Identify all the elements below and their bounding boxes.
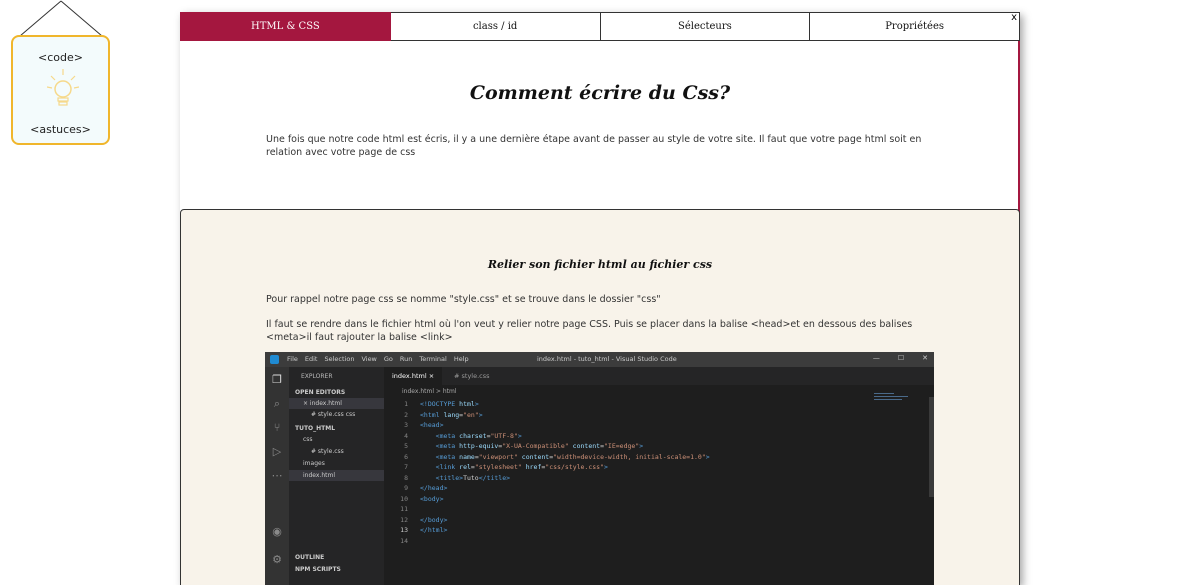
vscode-menu: File Edit Selection View Go Run Terminal… <box>287 355 469 363</box>
files-icon: ❐ <box>272 373 282 386</box>
vscode-menu-item: Run <box>399 355 413 363</box>
vscode-window-buttons: — ☐ ✕ <box>873 354 928 362</box>
line-number: 8 <box>404 473 408 482</box>
vscode-menu-item: View <box>361 355 377 363</box>
tab-html-css[interactable]: HTML & CSS <box>180 12 391 41</box>
close-icon: ✕ <box>922 354 928 362</box>
vscode-logo-icon <box>270 355 279 364</box>
code-line: <meta charset="UTF-8"> <box>435 431 522 440</box>
editor-tabs: index.html × # style.css <box>384 367 934 385</box>
code-line: <html lang="en"> <box>420 410 483 419</box>
modal: HTML & CSS class / id Sélecteurs Proprié… <box>180 12 1020 585</box>
run-debug-icon: ▷ <box>272 445 282 458</box>
vscode-activity-bar: ❐ ⌕ ⑂ ▷ ⋯ ◉ ⚙ <box>265 367 289 585</box>
project-header: TUTO_HTML <box>295 425 336 432</box>
open-editor-index: × index.html <box>289 398 384 409</box>
tab-bar: HTML & CSS class / id Sélecteurs Proprié… <box>180 12 1020 41</box>
vscode-menu-item: Selection <box>324 355 355 363</box>
sign-code-label: <code> <box>38 51 83 64</box>
tab-selecteurs[interactable]: Sélecteurs <box>600 12 811 41</box>
line-number: 7 <box>404 463 408 471</box>
editor-tab-index: index.html × <box>384 367 443 385</box>
code-line: <meta http-equiv="X-UA-Compatible" conte… <box>435 442 644 450</box>
editor-scrollbar <box>929 397 934 497</box>
vscode-titlebar: File Edit Selection View Go Run Terminal… <box>265 352 934 367</box>
code-line: </head> <box>420 484 448 492</box>
vscode-menu-item: File <box>287 355 298 363</box>
vscode-window-title: index.html - tuto_html - Visual Studio C… <box>537 355 677 363</box>
file-index-html: index.html <box>289 470 384 481</box>
line-number: 14 <box>400 536 408 545</box>
code-line: <link rel="stylesheet" href="css/style.c… <box>435 463 608 471</box>
tab-class-id[interactable]: class / id <box>390 12 601 41</box>
content-panel: Relier son fichier html au fichier css P… <box>180 209 1020 585</box>
folder-css: css <box>303 436 313 443</box>
code-line: <body> <box>420 494 444 503</box>
maximize-icon: ☐ <box>897 354 905 362</box>
code-line: <head> <box>420 421 444 429</box>
vscode-menu-item: Go <box>383 355 393 363</box>
line-number: 9 <box>404 484 408 492</box>
line-number: 1 <box>404 400 408 408</box>
open-editor-style: # style.css css <box>311 411 356 418</box>
vscode-menu-item: Help <box>453 355 469 363</box>
account-icon: ◉ <box>272 525 282 538</box>
code-line: <meta name="viewport" content="width=dev… <box>435 452 710 461</box>
code-line: </body> <box>420 515 448 524</box>
line-number: 4 <box>404 431 408 440</box>
vscode-menu-item: Edit <box>304 355 318 363</box>
line-number: 12 <box>400 515 408 524</box>
open-editors-header: OPEN EDITORS <box>295 389 346 396</box>
tab-proprietees[interactable]: Propriétées <box>810 12 1020 41</box>
file-style-css: # style.css <box>311 448 344 455</box>
source-control-icon: ⑂ <box>273 421 281 434</box>
section-title: Relier son fichier html au fichier css <box>487 258 713 271</box>
line-number: 5 <box>404 442 408 450</box>
editor-tab-style: # style.css <box>454 372 490 380</box>
close-button[interactable]: x <box>1011 12 1017 23</box>
page-title: Comment écrire du Css? <box>469 82 731 104</box>
paragraph-instructions: Il faut se rendre dans le fichier html o… <box>266 319 913 343</box>
vscode-editor: index.html × # style.css index.html > ht… <box>384 367 934 585</box>
line-number: 6 <box>404 452 408 461</box>
outline-header: OUTLINE <box>295 554 325 561</box>
vscode-screenshot: File Edit Selection View Go Run Terminal… <box>265 352 934 585</box>
line-number: 11 <box>400 505 408 513</box>
astuces-sign[interactable]: <code> <astuces> <box>11 35 110 145</box>
line-number: 2 <box>404 410 408 419</box>
lightbulb-icon <box>47 69 79 106</box>
settings-gear-icon: ⚙ <box>272 553 282 566</box>
code-line: <!DOCTYPE html> <box>420 400 479 408</box>
line-number: 13 <box>400 526 408 534</box>
folder-images: images <box>303 460 325 467</box>
npm-scripts-header: NPM SCRIPTS <box>295 566 341 573</box>
line-number: 10 <box>400 494 408 503</box>
intro-text: Une fois que notre code html est écris, … <box>266 134 922 158</box>
editor-breadcrumb: index.html > html <box>402 388 457 395</box>
sign-astuces-label: <astuces> <box>30 123 91 136</box>
vscode-menu-item: Terminal <box>419 355 447 363</box>
minimap <box>874 393 914 413</box>
vscode-explorer: EXPLORER OPEN EDITORS × index.html # sty… <box>289 367 384 585</box>
code-line: <title>Tuto</title> <box>435 473 511 482</box>
minimize-icon: — <box>872 354 880 362</box>
code-line: </html> <box>420 526 448 534</box>
line-number: 3 <box>404 421 408 429</box>
more-icon: ⋯ <box>271 469 283 482</box>
paragraph-reminder: Pour rappel notre page css se nomme "sty… <box>266 294 661 305</box>
sign-string <box>19 0 103 37</box>
explorer-label: EXPLORER <box>301 373 333 380</box>
search-icon: ⌕ <box>273 397 281 410</box>
